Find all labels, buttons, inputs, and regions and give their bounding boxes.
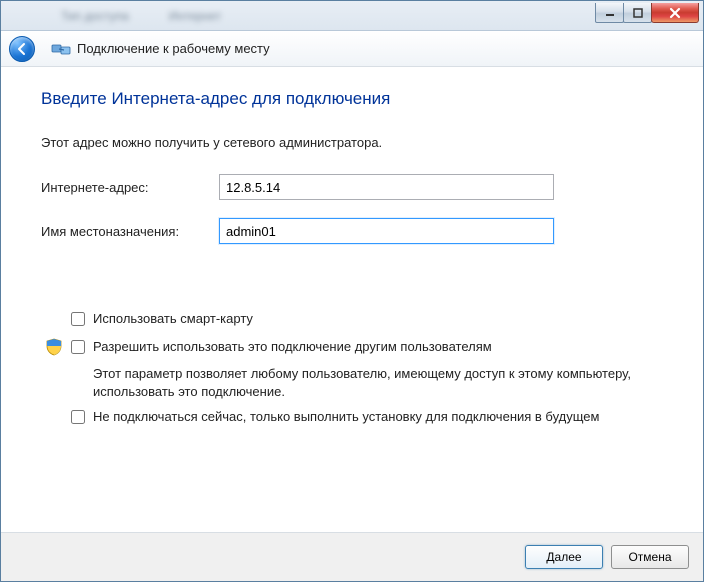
smart-card-option: Использовать смарт-карту	[71, 310, 663, 328]
dont-connect-checkbox[interactable]	[71, 410, 85, 424]
destination-name-label: Имя местоназначения:	[41, 224, 219, 239]
allow-others-help: Этот параметр позволяет любому пользоват…	[93, 365, 663, 400]
wizard-footer: Далее Отмена	[1, 533, 703, 581]
close-button[interactable]	[651, 3, 699, 23]
nav-title: Подключение к рабочему месту	[77, 41, 270, 56]
back-button[interactable]	[9, 36, 35, 62]
allow-others-label: Разрешить использовать это подключение д…	[93, 338, 492, 356]
wizard-content: Введите Интернета-адрес для подключения …	[1, 67, 703, 533]
smart-card-label: Использовать смарт-карту	[93, 310, 253, 328]
minimize-icon	[605, 8, 615, 18]
window-controls	[596, 3, 699, 23]
internet-address-row: Интернете-адрес:	[41, 174, 663, 200]
maximize-icon	[633, 8, 643, 18]
close-icon	[668, 7, 682, 19]
page-heading: Введите Интернета-адрес для подключения	[41, 89, 663, 109]
blurred-text: Тип доступа	[61, 9, 129, 23]
next-button[interactable]: Далее	[525, 545, 603, 569]
page-subtext: Этот адрес можно получить у сетевого адм…	[41, 135, 663, 150]
background-blurred-text: Тип доступа Интернет	[1, 1, 583, 30]
shield-icon	[45, 338, 63, 356]
allow-others-checkbox[interactable]	[71, 340, 85, 354]
destination-name-row: Имя местоназначения:	[41, 218, 663, 244]
maximize-button[interactable]	[623, 3, 652, 23]
smart-card-checkbox[interactable]	[71, 312, 85, 326]
internet-address-label: Интернете-адрес:	[41, 180, 219, 195]
connection-icon	[51, 40, 71, 58]
wizard-window: Тип доступа Интернет	[0, 0, 704, 582]
allow-others-option: Разрешить использовать это подключение д…	[71, 338, 663, 356]
title-bar: Тип доступа Интернет	[1, 1, 703, 31]
internet-address-input[interactable]	[219, 174, 554, 200]
blurred-text: Интернет	[169, 9, 221, 23]
minimize-button[interactable]	[595, 3, 624, 23]
cancel-button[interactable]: Отмена	[611, 545, 689, 569]
dont-connect-option: Не подключаться сейчас, только выполнить…	[71, 408, 663, 426]
destination-name-input[interactable]	[219, 218, 554, 244]
back-arrow-icon	[15, 42, 29, 56]
nav-bar: Подключение к рабочему месту	[1, 31, 703, 67]
options-group: Использовать смарт-карту Разрешить испол…	[71, 310, 663, 436]
dont-connect-label: Не подключаться сейчас, только выполнить…	[93, 408, 599, 426]
